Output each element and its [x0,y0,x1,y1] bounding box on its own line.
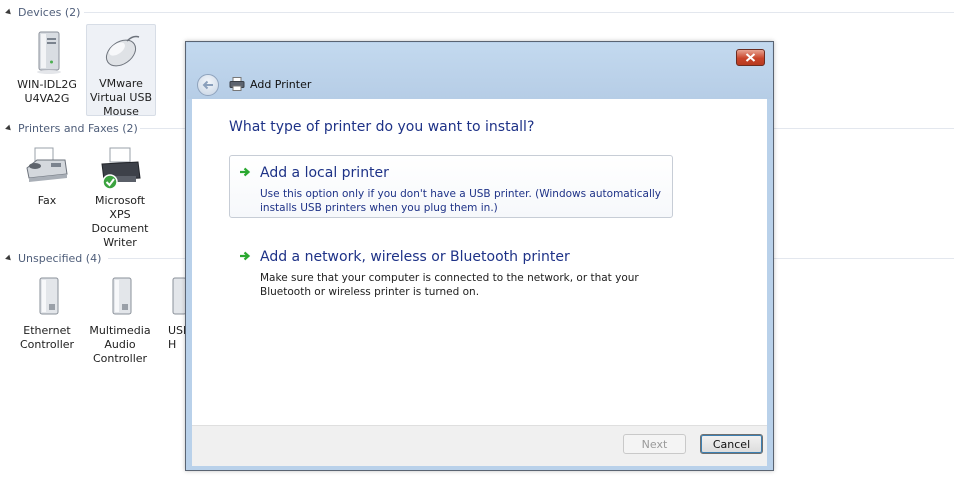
group-header-devices[interactable]: Devices (2) [5,5,81,19]
option-title: Add a local printer [260,165,389,181]
device-item-fax[interactable]: Fax [14,142,80,208]
dialog-title-bar: Add Printer [187,43,772,99]
back-arrow-icon [202,80,213,90]
device-label: Multimedia Audio Controller [89,324,151,365]
device-label: Fax [37,194,57,207]
group-title: Printers and Faxes (2) [18,121,138,135]
back-button[interactable] [197,74,219,96]
device-label: Ethernet Controller [19,324,75,351]
generic-device-icon [158,274,187,322]
device-label: Microsoft XPS Document Writer [91,194,149,249]
device-item-computer[interactable]: WIN-IDL2G U4VA2G [14,26,80,106]
add-network-printer-option[interactable]: Add a network, wireless or Bluetooth pri… [229,239,673,301]
group-title: Devices (2) [18,5,81,19]
generic-device-icon [23,274,71,322]
add-printer-dialog: Add Printer What type of printer do you … [185,41,774,471]
group-divider [84,12,954,13]
close-button[interactable] [736,49,765,66]
group-header-printers[interactable]: Printers and Faxes (2) [5,121,138,135]
collapse-arrow-icon [5,124,13,133]
green-arrow-icon [240,251,251,261]
device-item-xps-writer[interactable]: Microsoft XPS Document Writer [86,142,154,250]
page-heading: What type of printer do you want to inst… [229,119,535,135]
dialog-footer: Next Cancel [192,425,767,466]
printer-icon [229,77,245,91]
printer-icon [96,144,144,192]
fax-icon [23,144,71,192]
option-title: Add a network, wireless or Bluetooth pri… [260,249,570,265]
collapse-arrow-icon [5,254,13,263]
generic-device-icon [96,274,144,322]
cancel-button[interactable]: Cancel [700,434,763,454]
close-icon [745,53,756,62]
collapse-arrow-icon [5,8,13,17]
dialog-content: What type of printer do you want to inst… [192,99,767,425]
green-arrow-icon [240,167,251,177]
dialog-title: Add Printer [250,78,312,91]
group-title: Unspecified (4) [18,251,102,265]
group-header-unspecified[interactable]: Unspecified (4) [5,251,102,265]
option-description: Make sure that your computer is connecte… [260,272,639,298]
option-description: Use this option only if you don't have a… [260,188,662,214]
next-button[interactable]: Next [623,434,686,454]
mouse-icon [97,27,145,75]
device-label: WIN-IDL2G U4VA2G [17,78,77,105]
device-label: VMware Virtual USB Mouse [89,77,153,118]
computer-tower-icon [23,28,71,76]
device-item-mouse[interactable]: VMware Virtual USB Mouse [86,24,156,118]
device-item-audio[interactable]: Multimedia Audio Controller [86,272,154,366]
device-item-ethernet[interactable]: Ethernet Controller [14,272,80,352]
add-local-printer-option[interactable]: Add a local printer Use this option only… [229,155,673,218]
